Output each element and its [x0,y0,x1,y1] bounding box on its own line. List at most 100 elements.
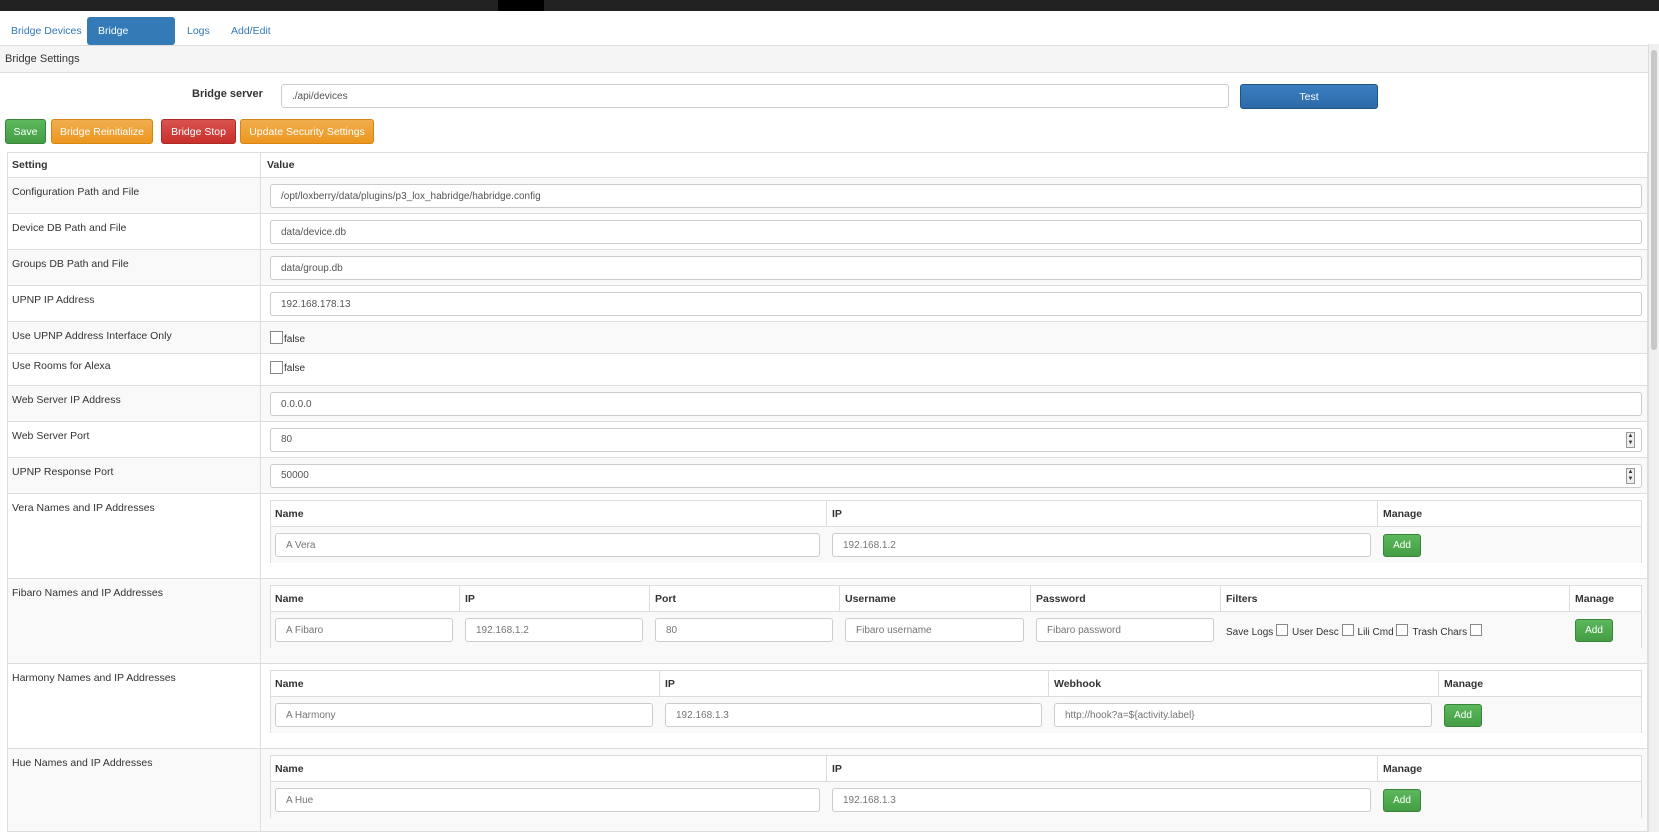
setting-config-path: Configuration Path and File [8,178,1647,214]
fibaro-col-name: Name [275,593,304,605]
filter-save-logs-checkbox[interactable] [1276,624,1289,636]
settings-table: Setting Value Configuration Path and Fil… [7,152,1648,832]
setting-label: Configuration Path and File [12,186,140,198]
setting-harmony: Harmony Names and IP Addresses Name IP W… [8,664,1647,749]
config-path-input[interactable] [270,184,1642,208]
setting-label: Hue Names and IP Addresses [12,757,153,769]
setting-vera: Vera Names and IP Addresses Name IP Mana… [8,494,1647,579]
filter-user-desc-checkbox[interactable] [1341,624,1354,636]
fibaro-ip-input[interactable] [465,618,643,642]
web-ip-input[interactable] [270,392,1642,416]
setting-upnp-ip: UPNP IP Address [8,286,1647,322]
harmony-col-name: Name [275,678,304,690]
vera-ip-input[interactable] [832,533,1371,557]
setting-label: Web Server Port [12,430,90,442]
tab-bridge-control[interactable]: Bridge Control [87,17,175,65]
harmony-webhook-input[interactable] [1054,703,1432,727]
filter-save-logs-label: Save Logs [1226,627,1274,638]
save-button[interactable]: Save [5,119,46,144]
rooms-alexa-value: false [284,363,306,374]
groups-db-input[interactable] [270,256,1642,280]
fibaro-col-port: Port [655,593,676,605]
bridge-stop-button[interactable]: Bridge Stop [161,119,236,144]
setting-web-port: Web Server Port 80 ▲ ▼ [8,422,1647,458]
hue-name-input[interactable] [275,788,820,812]
upnp-only-checkbox[interactable] [270,331,283,344]
fibaro-col-password: Password [1036,593,1086,605]
fibaro-add-button[interactable]: Add [1575,619,1613,642]
setting-device-db: Device DB Path and File [8,214,1647,250]
filter-lili-cmd-checkbox[interactable] [1396,624,1409,636]
fibaro-col-username: Username [845,593,896,605]
fibaro-col-manage: Manage [1575,593,1615,605]
col-setting: Setting [12,159,48,171]
fibaro-name-input[interactable] [275,618,453,642]
upnp-port-value: 50000 [281,470,309,481]
fibaro-username-input[interactable] [845,618,1024,642]
web-port-input[interactable]: 80 ▲ ▼ [270,428,1642,452]
bridge-server-label: Bridge server [192,88,263,100]
bridge-server-input[interactable] [281,84,1229,108]
setting-web-ip: Web Server IP Address [8,386,1647,422]
filter-lili-cmd-label: Lili Cmd [1357,627,1394,638]
upnp-ip-input[interactable] [270,292,1642,316]
page-title: Bridge Settings [0,46,1648,73]
col-value: Value [267,159,295,171]
fibaro-password-input[interactable] [1036,618,1214,642]
vera-name-input[interactable] [275,533,820,557]
setting-fibaro: Fibaro Names and IP Addresses Name IP Po… [8,579,1647,664]
harmony-col-manage: Manage [1444,678,1484,690]
scrollbar-thumb[interactable] [1651,50,1657,350]
filter-trash-chars-checkbox[interactable] [1469,624,1482,636]
harmony-table: Name IP Webhook Manage Add [270,670,1642,733]
device-db-input[interactable] [270,220,1642,244]
setting-label: Use Rooms for Alexa [12,360,111,372]
setting-label: UPNP Response Port [12,466,114,478]
setting-hue: Hue Names and IP Addresses Name IP Manag… [8,749,1647,831]
spinner-icon[interactable]: ▲ ▼ [1626,468,1635,484]
table-header: Setting Value [8,153,1647,178]
upnp-only-value: false [284,334,306,345]
harmony-ip-input[interactable] [665,703,1042,727]
setting-label: Use UPNP Address Interface Only [12,330,172,342]
vera-col-name: Name [275,508,304,520]
tab-add-edit[interactable]: Add/Edit [220,17,282,45]
vera-col-manage: Manage [1383,508,1423,520]
filter-trash-chars-label: Trash Chars [1412,627,1468,638]
fibaro-filters: Save Logs User Desc Lili Cmd Trash Chars [1226,624,1486,638]
vera-add-button[interactable]: Add [1383,534,1421,557]
rooms-alexa-checkbox[interactable] [270,361,283,374]
setting-label: Harmony Names and IP Addresses [12,672,176,684]
setting-label: Fibaro Names and IP Addresses [12,587,163,599]
hue-col-ip: IP [832,763,842,775]
setting-upnp-only: Use UPNP Address Interface Only false [8,322,1647,354]
hue-add-button[interactable]: Add [1383,789,1421,812]
web-port-value: 80 [281,434,293,445]
tab-logs[interactable]: Logs [176,17,221,45]
filter-user-desc-label: User Desc [1292,627,1339,638]
fibaro-port-input[interactable] [655,618,833,642]
hue-table: Name IP Manage Add [270,755,1642,818]
setting-rooms-alexa: Use Rooms for Alexa false [8,354,1647,386]
bridge-reinitialize-button[interactable]: Bridge Reinitialize [51,119,153,144]
harmony-col-webhook: Webhook [1054,678,1102,690]
tab-bridge-devices[interactable]: Bridge Devices [0,17,93,45]
hue-ip-input[interactable] [832,788,1371,812]
harmony-name-input[interactable] [275,703,653,727]
vertical-scrollbar[interactable] [1648,44,1659,832]
vera-table: Name IP Manage Add [270,500,1642,563]
setting-label: Vera Names and IP Addresses [12,502,155,514]
vera-col-ip: IP [832,508,842,520]
harmony-col-ip: IP [665,678,675,690]
setting-label: Groups DB Path and File [12,258,129,270]
test-button[interactable]: Test [1240,84,1378,109]
fibaro-table: Name IP Port Username Password Filters M… [270,585,1642,648]
setting-upnp-port: UPNP Response Port 50000 ▲ ▼ [8,458,1647,494]
spinner-icon[interactable]: ▲ ▼ [1626,432,1635,448]
harmony-add-button[interactable]: Add [1444,704,1482,727]
setting-label: Web Server IP Address [12,394,121,406]
update-security-settings-button[interactable]: Update Security Settings [240,119,374,144]
fibaro-col-filters: Filters [1226,593,1258,605]
upnp-port-input[interactable]: 50000 ▲ ▼ [270,464,1642,488]
setting-label: UPNP IP Address [12,294,95,306]
